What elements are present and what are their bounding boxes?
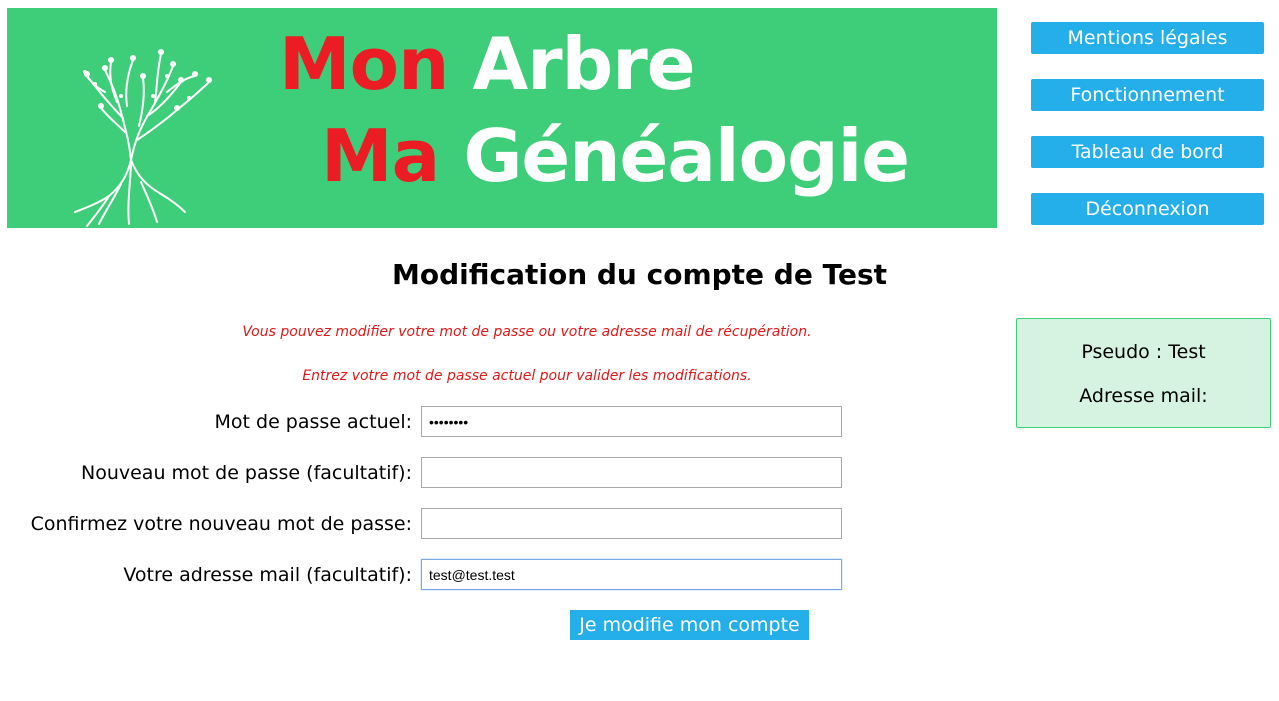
email-input[interactable] [421, 559, 842, 590]
pseudo-text: Pseudo : Test [1081, 341, 1206, 363]
account-info-panel: Pseudo : Test Adresse mail: [1016, 318, 1271, 428]
title-word-arbre: Arbre [472, 22, 695, 106]
email-row: Votre adresse mail (facultatif): [0, 559, 845, 591]
new-password-label: Nouveau mot de passe (facultatif): [80, 462, 412, 484]
nav-how-it-works-button[interactable]: Fonctionnement [1031, 79, 1264, 111]
new-password-row: Nouveau mot de passe (facultatif): [0, 457, 845, 489]
submit-button[interactable]: Je modifie mon compte [570, 610, 809, 640]
confirm-password-input[interactable] [421, 508, 842, 539]
email-text: Adresse mail: [1079, 385, 1208, 407]
page-title: Modification du compte de Test [392, 258, 887, 291]
nav-dashboard-button[interactable]: Tableau de bord [1031, 136, 1264, 168]
confirm-password-row: Confirmez votre nouveau mot de passe: [0, 508, 845, 540]
nav-legal-button[interactable]: Mentions légales [1031, 22, 1264, 54]
header-banner: Mon Arbre Ma Généalogie [7, 8, 997, 228]
title-word-genealogie: Généalogie [463, 114, 910, 198]
tree-icon [74, 49, 212, 227]
current-password-label: Mot de passe actuel: [214, 411, 412, 433]
info-notice: Vous pouvez modifier votre mot de passe … [242, 324, 812, 340]
current-password-row: Mot de passe actuel: [0, 406, 845, 438]
top-nav: Mentions légales Fonctionnement Tableau … [1031, 22, 1264, 250]
validation-notice: Entrez votre mot de passe actuel pour va… [302, 368, 752, 384]
title-word-mon: Mon [279, 22, 449, 106]
title-word-ma: Ma [321, 114, 440, 198]
new-password-input[interactable] [421, 457, 842, 488]
email-label: Votre adresse mail (facultatif): [123, 564, 412, 586]
page: Mon Arbre Ma Généalogie Mentions légales… [0, 0, 1279, 701]
nav-logout-button[interactable]: Déconnexion [1031, 193, 1264, 225]
current-password-input[interactable] [421, 406, 842, 437]
confirm-password-label: Confirmez votre nouveau mot de passe: [30, 513, 412, 535]
